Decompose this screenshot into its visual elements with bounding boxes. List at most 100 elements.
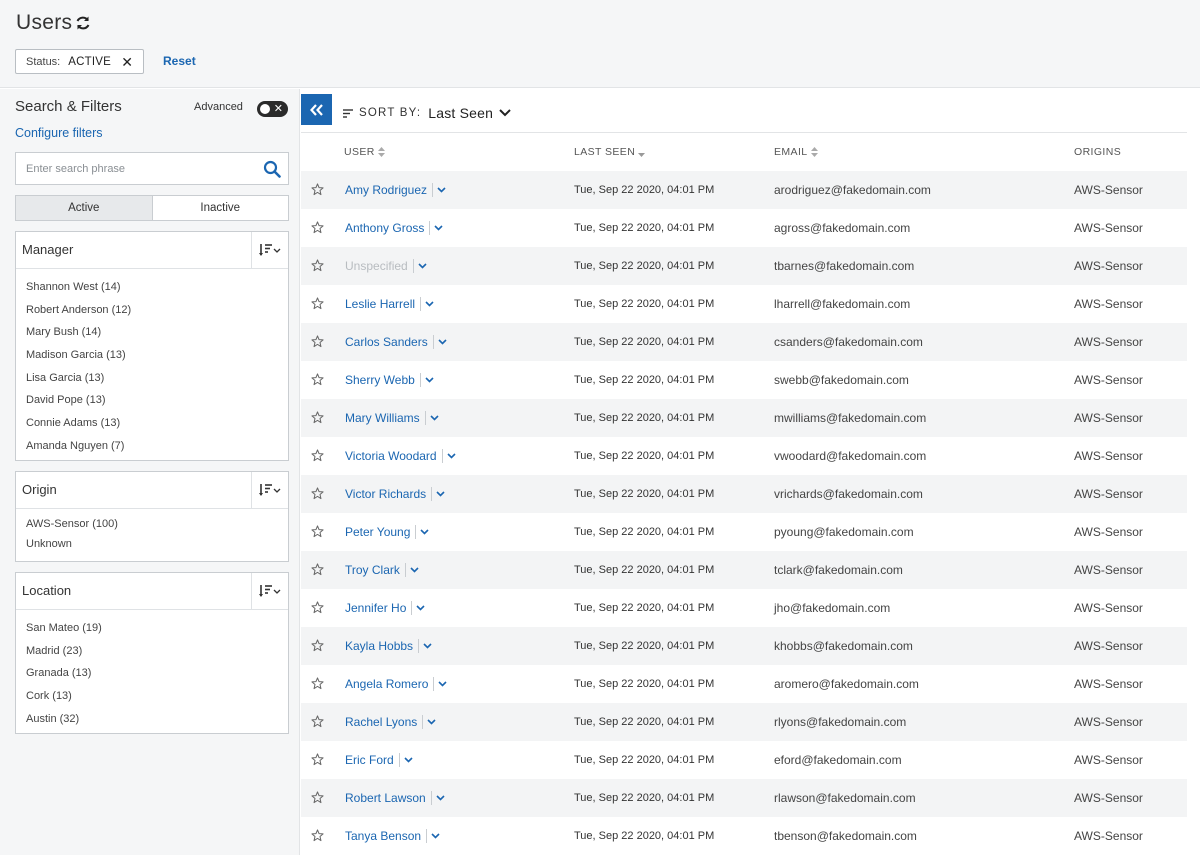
search-input[interactable] xyxy=(16,153,256,184)
user-name-link[interactable]: Rachel Lyons xyxy=(345,715,436,729)
column-email[interactable]: EMAIL xyxy=(774,146,818,158)
chevron-down-icon[interactable] xyxy=(436,795,445,801)
chevron-down-icon[interactable] xyxy=(438,681,447,687)
list-item[interactable]: Mary Bush (14) xyxy=(26,321,288,344)
list-item[interactable]: David Pope (13) xyxy=(26,389,288,412)
chevron-down-icon[interactable] xyxy=(423,643,432,649)
chevron-down-icon[interactable] xyxy=(420,529,429,535)
user-name-link[interactable]: Troy Clark xyxy=(345,563,419,577)
table-row[interactable]: Anthony Gross Tue, Sep 22 2020, 04:01 PM a… xyxy=(301,209,1187,247)
sort-icon[interactable] xyxy=(251,472,288,508)
table-row[interactable]: Victoria Woodard Tue, Sep 22 2020, 04:01 … xyxy=(301,437,1187,475)
chevron-down-icon[interactable] xyxy=(430,415,439,421)
star-icon[interactable] xyxy=(311,411,324,424)
user-name-link[interactable]: Leslie Harrell xyxy=(345,297,434,311)
column-last-seen[interactable]: LAST SEEN xyxy=(574,146,646,158)
list-item[interactable]: Madison Garcia (13) xyxy=(26,344,288,367)
list-item[interactable]: AWS-Sensor (100) xyxy=(26,514,288,534)
star-icon[interactable] xyxy=(311,335,324,348)
table-row[interactable]: Amy Rodriguez Tue, Sep 22 2020, 04:01 PM a… xyxy=(301,171,1187,209)
star-icon[interactable] xyxy=(311,221,324,234)
list-item[interactable]: Connie Adams (13) xyxy=(26,412,288,435)
chevron-down-icon[interactable] xyxy=(425,377,434,383)
table-row[interactable]: Victor Richards Tue, Sep 22 2020, 04:01 P… xyxy=(301,475,1187,513)
star-icon[interactable] xyxy=(311,487,324,500)
user-name-link[interactable]: Angela Romero xyxy=(345,677,447,691)
star-icon[interactable] xyxy=(311,715,324,728)
user-name-link[interactable]: Kayla Hobbs xyxy=(345,639,432,653)
tab-inactive[interactable]: Inactive xyxy=(153,196,289,220)
chevron-down-icon[interactable] xyxy=(425,301,434,307)
advanced-toggle[interactable]: ✕ xyxy=(257,101,288,117)
table-row[interactable]: Carlos Sanders Tue, Sep 22 2020, 04:01 PM… xyxy=(301,323,1187,361)
chevron-down-icon[interactable] xyxy=(427,719,436,725)
chevron-down-icon[interactable] xyxy=(404,757,413,763)
chevron-down-icon[interactable] xyxy=(416,605,425,611)
list-item[interactable]: Madrid (23) xyxy=(26,640,288,663)
sort-icon[interactable] xyxy=(251,573,288,609)
collapse-sidebar-button[interactable] xyxy=(301,94,332,125)
table-row[interactable]: Tanya Benson Tue, Sep 22 2020, 04:01 PM tb… xyxy=(301,817,1187,855)
chevron-down-icon[interactable] xyxy=(436,491,445,497)
chevron-down-icon[interactable] xyxy=(431,833,440,839)
table-row[interactable]: Unspecified Tue, Sep 22 2020, 04:01 PM tba… xyxy=(301,247,1187,285)
table-row[interactable]: Peter Young Tue, Sep 22 2020, 04:01 PM pyo… xyxy=(301,513,1187,551)
list-item[interactable]: Shannon West (14) xyxy=(26,276,288,299)
user-name-link[interactable]: Mary Williams xyxy=(345,411,439,425)
user-name-link[interactable]: Amy Rodriguez xyxy=(345,183,446,197)
table-row[interactable]: Kayla Hobbs Tue, Sep 22 2020, 04:01 PM kho… xyxy=(301,627,1187,665)
table-row[interactable]: Angela Romero Tue, Sep 22 2020, 04:01 PM a… xyxy=(301,665,1187,703)
chevron-down-icon[interactable] xyxy=(447,453,456,459)
table-row[interactable]: Sherry Webb Tue, Sep 22 2020, 04:01 PM swe… xyxy=(301,361,1187,399)
star-icon[interactable] xyxy=(311,525,324,538)
chevron-down-icon[interactable] xyxy=(438,339,447,345)
table-row[interactable]: Jennifer Ho Tue, Sep 22 2020, 04:01 PM jho… xyxy=(301,589,1187,627)
star-icon[interactable] xyxy=(311,601,324,614)
user-name-link[interactable]: Tanya Benson xyxy=(345,829,440,843)
star-icon[interactable] xyxy=(311,259,324,272)
star-icon[interactable] xyxy=(311,563,324,576)
list-item[interactable]: Robert Anderson (12) xyxy=(26,299,288,322)
sort-icon[interactable] xyxy=(251,232,288,268)
list-item[interactable]: Cork (13) xyxy=(26,685,288,708)
table-row[interactable]: Mary Williams Tue, Sep 22 2020, 04:01 PM m… xyxy=(301,399,1187,437)
star-icon[interactable] xyxy=(311,677,324,690)
refresh-icon[interactable] xyxy=(74,14,92,32)
user-name-link[interactable]: Victoria Woodard xyxy=(345,449,456,463)
chevron-down-icon[interactable] xyxy=(410,567,419,573)
chevron-down-icon[interactable] xyxy=(418,263,427,269)
user-name-link[interactable]: Victor Richards xyxy=(345,487,445,501)
user-name-link[interactable]: Carlos Sanders xyxy=(345,335,447,349)
reset-button[interactable]: Reset xyxy=(163,54,196,68)
list-item[interactable]: Lisa Garcia (13) xyxy=(26,367,288,390)
status-filter-chip[interactable]: Status: ACTIVE ✕ xyxy=(15,49,144,74)
user-name-link[interactable]: Eric Ford xyxy=(345,753,413,767)
list-item[interactable]: Austin (32) xyxy=(26,708,288,731)
list-item[interactable]: Amanda Nguyen (7) xyxy=(26,435,288,458)
list-item[interactable]: San Mateo (19) xyxy=(26,617,288,640)
user-name-link[interactable]: Sherry Webb xyxy=(345,373,434,387)
star-icon[interactable] xyxy=(311,791,324,804)
list-item[interactable]: Unknown xyxy=(26,534,288,554)
table-row[interactable]: Eric Ford Tue, Sep 22 2020, 04:01 PM eford… xyxy=(301,741,1187,779)
star-icon[interactable] xyxy=(311,753,324,766)
star-icon[interactable] xyxy=(311,373,324,386)
user-name-link[interactable]: Jennifer Ho xyxy=(345,601,425,615)
column-user[interactable]: USER xyxy=(344,146,385,158)
star-icon[interactable] xyxy=(311,829,324,842)
table-row[interactable]: Troy Clark Tue, Sep 22 2020, 04:01 PM tcla… xyxy=(301,551,1187,589)
sort-by-control[interactable]: SORT BY: Last Seen xyxy=(343,105,511,121)
table-row[interactable]: Robert Lawson Tue, Sep 22 2020, 04:01 PM r… xyxy=(301,779,1187,817)
user-name-link[interactable]: Anthony Gross xyxy=(345,221,443,235)
user-name-link[interactable]: Peter Young xyxy=(345,525,429,539)
user-name-link[interactable]: Robert Lawson xyxy=(345,791,445,805)
configure-filters-link[interactable]: Configure filters xyxy=(15,126,103,140)
star-icon[interactable] xyxy=(311,449,324,462)
table-row[interactable]: Leslie Harrell Tue, Sep 22 2020, 04:01 PM… xyxy=(301,285,1187,323)
user-name-link[interactable]: Unspecified xyxy=(345,259,427,273)
star-icon[interactable] xyxy=(311,639,324,652)
close-icon[interactable]: ✕ xyxy=(121,55,133,69)
star-icon[interactable] xyxy=(311,297,324,310)
chevron-down-icon[interactable] xyxy=(434,225,443,231)
chevron-down-icon[interactable] xyxy=(437,187,446,193)
